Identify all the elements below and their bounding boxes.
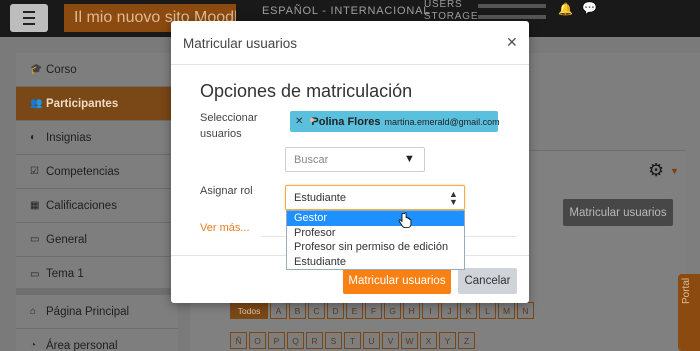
dashboard-icon: ◔ [30,340,37,351]
modal-header: Matricular usuarios ✕ [171,21,529,65]
sidebar-item-label: Participantes [46,97,119,110]
letter-filter-k[interactable]: K [460,302,477,319]
letter-filter-v[interactable]: V [382,332,399,349]
check-square-icon: ☑ [30,166,39,177]
hamburger-menu-button[interactable] [10,4,48,32]
sidebar-item-label: General [46,233,87,246]
sidebar-item-label: Corso [46,63,77,76]
assign-role-label: Asignar rol [200,185,253,197]
chat-icon[interactable]: 💬 [582,1,597,15]
selected-user-chip: ✕ Polina Flores martina.emerald@gmail.co… [290,111,500,132]
letter-filter-w[interactable]: W [401,332,418,349]
sidebar-item-label: Área personal [46,339,118,351]
graduation-cap-icon: 🎓 [30,64,43,75]
letter-filter-i[interactable]: I [422,302,439,319]
letter-filter-p[interactable]: P [268,332,285,349]
letter-filter-b[interactable]: B [289,302,306,319]
sidebar-item-corso[interactable]: 🎓 Corso [16,53,178,87]
letter-filter-y[interactable]: Y [439,332,456,349]
remove-user-icon[interactable]: ✕ [295,116,303,127]
sidebar-item-general[interactable]: ▭ General [16,223,178,257]
sidebar-item-calificaciones[interactable]: ▦ Calificaciones [16,189,178,223]
table-icon: ▦ [30,200,40,211]
letter-filter-s[interactable]: S [325,332,342,349]
users-label: USERS [424,0,463,10]
role-select[interactable]: Estudiante ▲ ▼ [285,185,465,210]
enrol-users-button[interactable]: Matricular usuarios [343,268,451,294]
letter-filter-u[interactable]: U [363,332,380,349]
usage-labels: USERS STORAGE [424,0,478,22]
course-sidebar: 🎓 Corso 👥 Participantes ◐ Insignias ☑ Compet… [16,53,178,351]
sidebar-item-label: Calificaciones [46,199,117,212]
sidebar-item-label: Insignias [46,131,92,144]
cancel-button[interactable]: Cancelar [458,268,517,294]
letter-filter-f[interactable]: F [365,302,382,319]
role-select-value: Estudiante [294,192,346,204]
letter-filter-d[interactable]: D [327,302,344,319]
letter-filter-row-2: ÑOPQRSTUVWXYZ [230,332,477,349]
letter-filter-o[interactable]: O [249,332,266,349]
selected-user-name: Polina Flores [311,115,381,128]
user-search-select[interactable]: Buscar ▼ [285,147,425,172]
letter-filter-m[interactable]: M [498,302,515,319]
modal-title: Matricular usuarios [183,36,298,51]
bell-icon[interactable]: 🔔 [558,2,573,16]
caret-down-icon: ▼ [670,166,679,176]
letter-filter-c[interactable]: C [308,302,325,319]
letter-filter-a[interactable]: A [270,302,287,319]
letter-filter-h[interactable]: H [403,302,420,319]
portal-tab-label: Portal [681,277,692,304]
letter-filter-r[interactable]: R [306,332,323,349]
hand-cursor-icon [398,212,412,228]
background-enrol-users-button[interactable]: Matricular usuarios [563,199,673,226]
close-icon[interactable]: ✕ [506,34,518,51]
sidebar-item-label: Tema 1 [46,268,84,280]
gear-icon[interactable]: ⚙ [648,160,664,181]
sidebar-item-pagina-principal[interactable]: ⌂ Página Principal [16,295,178,329]
letter-filter-todos[interactable]: Todos [230,302,268,319]
sidebar-item-label: Competencias [46,165,120,178]
selected-user-email: martina.emerald@gmail.com [384,116,500,127]
letter-filter-ñ[interactable]: Ñ [230,332,247,349]
role-option-profesor-sin-edicion[interactable]: Profesor sin permiso de edición [287,240,464,255]
role-option-estudiante[interactable]: Estudiante [287,255,464,270]
letter-filter-q[interactable]: Q [287,332,304,349]
sidebar-item-insignias[interactable]: ◐ Insignias [16,121,178,155]
language-menu[interactable]: ESPAÑOL - INTERNACIONAL [262,5,430,17]
letter-filter-z[interactable]: Z [458,332,475,349]
shield-icon: ◐ [30,132,37,143]
letter-filter-e[interactable]: E [346,302,363,319]
sidebar-item-participantes[interactable]: 👥 Participantes [16,87,178,121]
home-icon: ⌂ [30,306,37,317]
role-dropdown-list: Gestor Profesor Profesor sin permiso de … [286,210,465,270]
role-option-gestor[interactable]: Gestor [287,211,464,226]
letter-filter-n[interactable]: N [517,302,534,319]
caret-down-icon: ▼ [404,153,415,165]
sidebar-item-competencias[interactable]: ☑ Competencias [16,155,178,189]
sidebar-item-tema-1[interactable]: ▭ Tema 1 [16,257,178,291]
select-users-label: Seleccionar usuarios [200,112,258,140]
folder-icon: ▭ [30,268,40,280]
letter-filter-g[interactable]: G [384,302,401,319]
portal-tab[interactable]: Portal [678,274,700,351]
users-icon: 👥 [30,98,43,109]
updown-caret-icon: ▲ ▼ [449,189,458,207]
letter-filter-l[interactable]: L [479,302,496,319]
sidebar-item-label: Página Principal [46,305,130,318]
section-title: Opciones de matriculación [200,81,413,101]
letter-filter-t[interactable]: T [344,332,361,349]
letter-filter-j[interactable]: J [441,302,458,319]
folder-icon: ▭ [30,234,40,245]
sidebar-divider [16,288,178,295]
more-options-link[interactable]: Ver más... [200,222,250,234]
hamburger-icon [23,9,35,27]
sidebar-item-area-personal[interactable]: ◔ Área personal [16,329,178,351]
letter-filter-x[interactable]: X [420,332,437,349]
role-option-profesor[interactable]: Profesor [287,226,464,241]
letter-filter-row-1: Todos A B C D E F G H I J K L M N [230,302,536,319]
search-placeholder: Buscar [294,154,329,166]
